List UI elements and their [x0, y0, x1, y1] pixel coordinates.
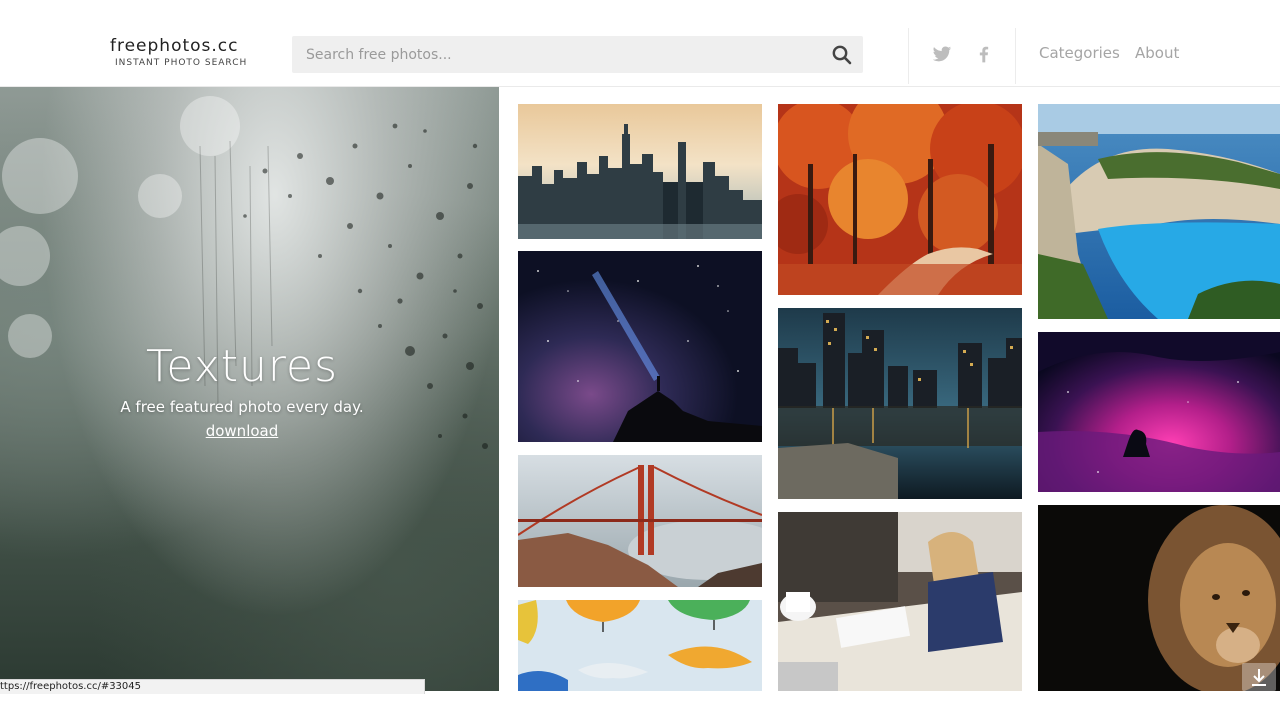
download-icon[interactable] — [1242, 663, 1276, 691]
photo-navagio-beach[interactable] — [1038, 104, 1280, 319]
logo-name: freephotos.cc — [110, 36, 239, 56]
nav-categories[interactable]: Categories — [1039, 44, 1120, 62]
featured-photo[interactable]: Textures A free featured photo every day… — [0, 86, 499, 691]
search-bar — [292, 36, 863, 73]
nav-about[interactable]: About — [1135, 44, 1179, 62]
hero-download-link[interactable]: download — [206, 422, 279, 440]
header-divider — [1015, 28, 1016, 84]
photo-autumn-forest[interactable] — [778, 104, 1022, 295]
search-icon[interactable] — [831, 44, 853, 66]
browser-status-url: ttps://freephotos.cc/#33045 — [0, 679, 425, 694]
photo-city-night-harbor[interactable] — [778, 308, 1022, 499]
site-logo[interactable]: freephotos.cc INSTANT PHOTO SEARCH — [110, 36, 250, 68]
hero-text: Textures A free featured photo every day… — [0, 341, 484, 441]
search-input[interactable] — [292, 36, 826, 73]
photo-horsehead-nebula[interactable] — [1038, 332, 1280, 492]
photo-golden-gate-bridge[interactable] — [518, 455, 762, 587]
header: freephotos.cc INSTANT PHOTO SEARCH Categ… — [0, 0, 1280, 87]
page-bottom — [0, 691, 1280, 720]
photo-milky-way[interactable] — [518, 251, 762, 442]
photo-umbrellas[interactable] — [518, 600, 762, 691]
logo-tagline: INSTANT PHOTO SEARCH — [115, 58, 248, 68]
hero-title: Textures — [146, 341, 338, 392]
twitter-icon[interactable] — [932, 44, 952, 64]
photo-city-skyline[interactable] — [518, 104, 762, 239]
facebook-icon[interactable] — [974, 44, 994, 64]
hero-subtitle: A free featured photo every day. — [120, 398, 364, 416]
header-divider — [908, 28, 909, 84]
photo-people-working-cafe[interactable] — [778, 512, 1022, 691]
